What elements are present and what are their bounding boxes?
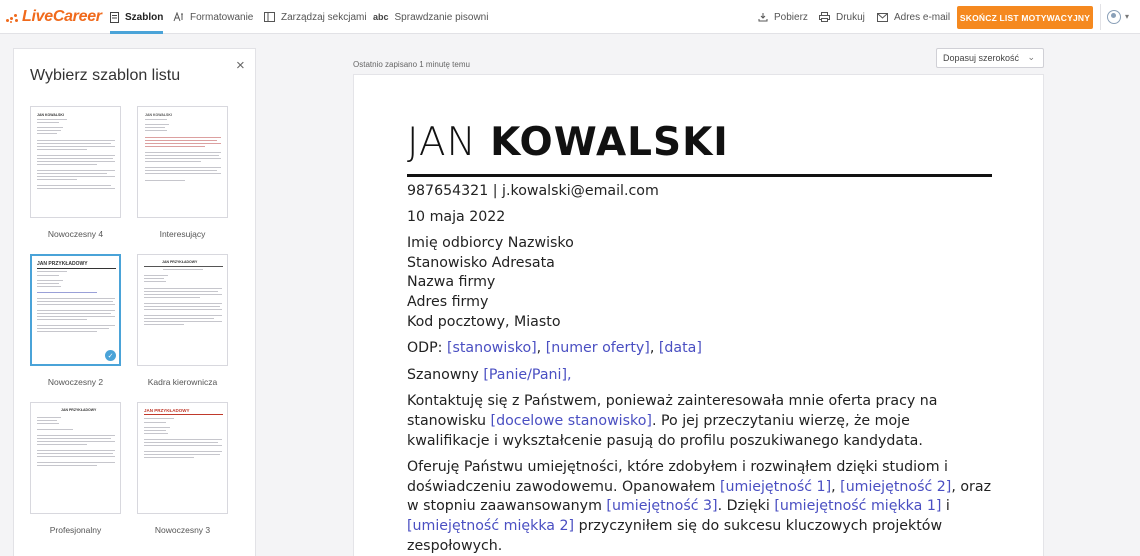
zoom-select[interactable]: Dopasuj szerokość ⌄ xyxy=(936,48,1044,68)
template-panel: Wybierz szablon listu × JAN KOWALSKI Now… xyxy=(13,48,256,556)
panel-title: Wybierz szablon listu xyxy=(30,67,181,84)
placeholder-link[interactable]: [stanowisko] xyxy=(447,340,537,356)
subject-prefix: ODP: xyxy=(407,340,447,357)
zoom-select-value: Dopasuj szerokość xyxy=(943,53,1020,63)
placeholder-link[interactable]: [numer oferty] xyxy=(546,340,650,356)
letter-preview[interactable]: JAN KOWALSKI 987654321 | j.kowalski@emai… xyxy=(353,74,1044,556)
placeholder-link[interactable]: [umiejętność 1] xyxy=(720,479,831,495)
placeholder-link[interactable]: [umiejętność 2] xyxy=(840,479,951,495)
placeholder-link[interactable]: [docelowe stanowisko] xyxy=(491,413,652,429)
placeholder-link[interactable]: [umiejętność miękka 2] xyxy=(407,518,574,534)
placeholder-link[interactable]: [umiejętność miękka 1] xyxy=(774,498,941,514)
template-thumb-nowoczesny-2[interactable]: JAN PRZYKŁADOWY ✓ xyxy=(30,254,121,366)
letter-contact[interactable]: 987654321 | j.kowalski@email.com xyxy=(407,182,992,202)
toolbar-divider xyxy=(1100,4,1101,30)
greeting-prefix: Szanowny xyxy=(407,366,484,383)
template-label: Nowoczesny 2 xyxy=(47,377,104,387)
letter-name[interactable]: JAN KOWALSKI xyxy=(407,119,992,167)
letter-paragraph[interactable]: Kontaktuję się z Państwem, ponieważ zain… xyxy=(407,392,992,451)
livecareer-logo[interactable]: LiveCareer xyxy=(6,7,102,27)
document-icon xyxy=(110,11,119,23)
recipient-line: Kod pocztowy, Miasto xyxy=(407,313,561,330)
user-avatar-icon[interactable] xyxy=(1107,10,1121,24)
selected-check-icon: ✓ xyxy=(105,350,116,361)
template-thumb-profesjonalny[interactable]: JAN PRZYKŁADOWY xyxy=(30,402,121,514)
print-icon xyxy=(819,12,830,22)
chevron-down-icon: ⌄ xyxy=(1027,52,1035,62)
recipient-line: Imię odbiorcy Nazwisko xyxy=(407,235,574,252)
top-toolbar: LiveCareer Szablon Formatowanie Zarządza… xyxy=(0,0,1140,34)
recipient-block[interactable]: Imię odbiorcy Nazwisko Stanowisko Adresa… xyxy=(407,234,992,332)
paragraph-text: . Dzięki xyxy=(717,498,775,515)
format-icon xyxy=(173,12,183,22)
template-thumb-interesujacy[interactable]: JAN KOWALSKI xyxy=(137,106,228,218)
separator: , xyxy=(649,340,659,357)
separator: , xyxy=(536,340,546,357)
tab-zarzadzaj-sekcjami-label: Zarządzaj sekcjami xyxy=(281,11,367,23)
logo-dots-icon xyxy=(6,11,20,23)
thumb-heading: JAN KOWALSKI xyxy=(145,113,172,117)
thumb-heading: JAN PRZYKŁADOWY xyxy=(61,408,97,412)
template-label: Nowoczesny 3 xyxy=(154,525,211,535)
mail-icon xyxy=(877,12,888,22)
adres-email-button[interactable]: Adres e-mail xyxy=(877,0,950,34)
tab-formatowanie[interactable]: Formatowanie xyxy=(173,0,253,34)
close-icon[interactable]: × xyxy=(236,57,245,74)
template-thumb-kadra-kierownicza[interactable]: JAN PRZYKŁADOWY xyxy=(137,254,228,366)
template-label: Profesjonalny xyxy=(49,525,102,535)
finish-letter-button[interactable]: SKOŃCZ LIST MOTYWACYJNY xyxy=(957,6,1093,29)
template-thumb-nowoczesny-3[interactable]: JAN PRZYKŁADOWY xyxy=(137,402,228,514)
logo-text: LiveCareer xyxy=(22,8,102,25)
adres-email-label: Adres e-mail xyxy=(894,11,951,23)
letter-last-name: KOWALSKI xyxy=(490,120,729,165)
letter-date[interactable]: 10 maja 2022 xyxy=(407,208,992,228)
tab-szablon-label: Szablon xyxy=(125,11,164,23)
drukuj-label: Drukuj xyxy=(836,11,865,23)
template-label: Kadra kierownicza xyxy=(147,377,218,387)
greeting-line[interactable]: Szanowny [Panie/Pani], xyxy=(407,366,992,386)
separator: , xyxy=(831,478,841,495)
tab-sprawdzanie-pisowni-label: Sprawdzanie pisowni xyxy=(394,11,489,23)
recipient-line: Adres firmy xyxy=(407,293,489,310)
thumb-heading: JAN KOWALSKI xyxy=(37,113,64,117)
spellcheck-icon: abc xyxy=(373,12,389,22)
letter-first-name: JAN xyxy=(407,120,477,165)
recipient-line: Stanowisko Adresata xyxy=(407,254,555,271)
tab-formatowanie-label: Formatowanie xyxy=(190,11,254,23)
letter-paragraph[interactable]: Oferuję Państwu umiejętności, które zdob… xyxy=(407,458,992,556)
tab-sprawdzanie-pisowni[interactable]: abc Sprawdzanie pisowni xyxy=(373,0,488,34)
thumb-heading: JAN PRZYKŁADOWY xyxy=(144,408,190,413)
thumb-heading: JAN PRZYKŁADOWY xyxy=(37,261,88,267)
template-label: Nowoczesny 4 xyxy=(47,229,104,239)
placeholder-link[interactable]: [umiejętność 3] xyxy=(606,498,717,514)
thumb-heading: JAN PRZYKŁADOWY xyxy=(162,260,198,264)
name-divider xyxy=(407,174,992,177)
template-label: Interesujący xyxy=(159,229,206,239)
saved-status: Ostatnio zapisano 1 minutę temu xyxy=(353,60,470,69)
template-thumb-nowoczesny-4[interactable]: JAN KOWALSKI xyxy=(30,106,121,218)
placeholder-link[interactable]: [data] xyxy=(659,340,702,356)
drukuj-button[interactable]: Drukuj xyxy=(819,0,865,34)
subject-line[interactable]: ODP: [stanowisko], [numer oferty], [data… xyxy=(407,339,992,359)
download-icon xyxy=(758,13,768,22)
pobierz-button[interactable]: Pobierz xyxy=(758,0,808,34)
tab-zarzadzaj-sekcjami[interactable]: Zarządzaj sekcjami xyxy=(264,0,367,34)
tab-szablon[interactable]: Szablon xyxy=(110,0,164,34)
placeholder-link[interactable]: [Panie/Pani], xyxy=(483,367,571,383)
chevron-down-icon[interactable]: ▾ xyxy=(1125,12,1129,21)
sections-icon xyxy=(264,12,275,22)
recipient-line: Nazwa firmy xyxy=(407,274,496,291)
paragraph-text: i xyxy=(941,498,950,515)
pobierz-label: Pobierz xyxy=(774,11,808,23)
